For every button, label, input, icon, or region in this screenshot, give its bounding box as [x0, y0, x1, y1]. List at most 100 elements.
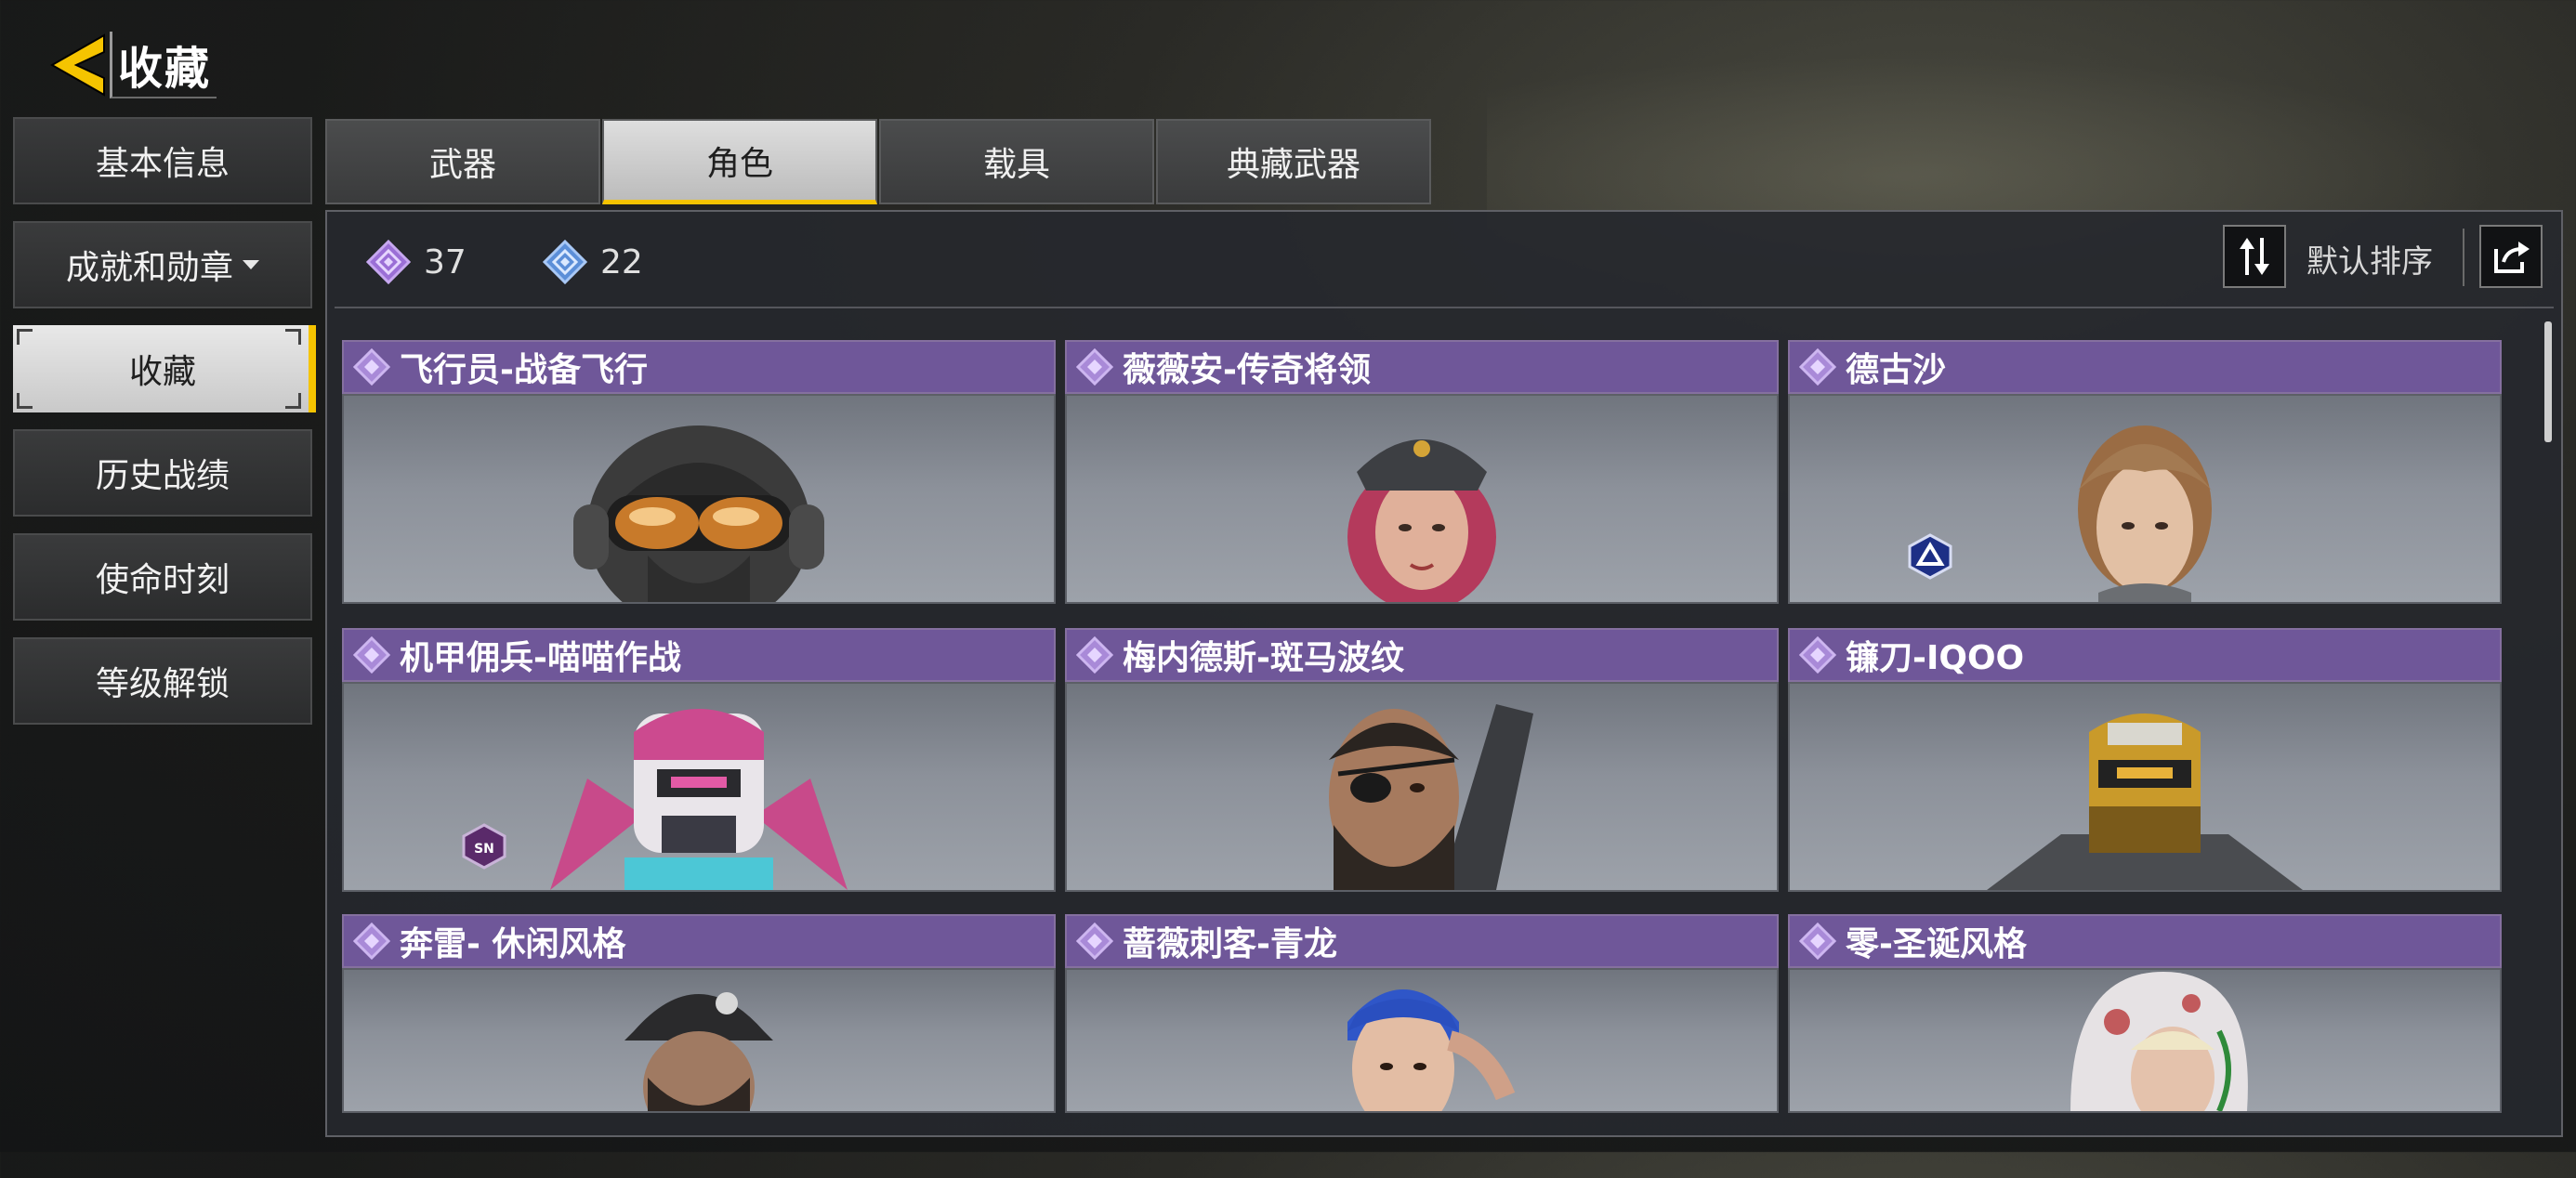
sidebar-item-label: 收藏 — [128, 353, 196, 391]
collection-panel: 37 22 默认排序 飞行员-战备飞行 薇薇安-传奇将领 德古沙 机甲佣兵-喵喵… — [325, 210, 2563, 1137]
sidebar-item-label: 历史战绩 — [95, 457, 230, 495]
card-name: 奔雷- 休闲风格 — [400, 925, 626, 963]
header-divider — [335, 307, 2554, 308]
epic-gem-icon — [1799, 348, 1836, 386]
card-header: 梅内德斯-斑马波纹 — [1065, 628, 1779, 682]
character-card[interactable]: 薇薇安-传奇将领 — [1065, 340, 1779, 604]
epic-gem-icon — [353, 923, 390, 960]
card-header: 德古沙 — [1788, 340, 2502, 394]
epic-gem-icon — [1076, 923, 1113, 960]
card-name: 机甲佣兵-喵喵作战 — [400, 639, 681, 677]
tab-label: 载具 — [982, 146, 1050, 184]
character-card[interactable]: 飞行员-战备飞行 — [342, 340, 1056, 604]
card-portrait-area — [1065, 682, 1779, 892]
triangle-badge-icon — [1908, 533, 1952, 580]
epic-gem-icon — [1076, 348, 1113, 386]
card-name: 飞行员-战备飞行 — [400, 351, 648, 389]
card-name: 零-圣诞风格 — [1846, 925, 2027, 963]
sidebar-item-history[interactable]: 历史战绩 — [13, 429, 312, 517]
card-header: 奔雷- 休闲风格 — [342, 914, 1056, 968]
share-icon — [2494, 242, 2530, 273]
sidebar-item-mission-moments[interactable]: 使命时刻 — [13, 533, 312, 621]
card-portrait-area — [1788, 682, 2502, 892]
epic-gem-icon — [366, 240, 411, 284]
toolbar-divider — [2463, 229, 2464, 286]
card-header: 机甲佣兵-喵喵作战 — [342, 628, 1056, 682]
sidebar-item-basic-info[interactable]: 基本信息 — [13, 117, 312, 204]
card-name: 梅内德斯-斑马波纹 — [1123, 639, 1404, 677]
thunder-casual-portrait — [624, 992, 773, 1111]
card-header: 飞行员-战备飞行 — [342, 340, 1056, 394]
sidebar-item-level-unlock[interactable]: 等级解锁 — [13, 637, 312, 725]
sidebar-item-label: 基本信息 — [95, 145, 230, 183]
epic-gem-icon — [1076, 636, 1113, 674]
card-name: 镰刀-IQOO — [1846, 639, 2025, 677]
card-header: 薇薇安-传奇将领 — [1065, 340, 1779, 394]
scrollbar-thumb[interactable] — [2544, 321, 2552, 442]
card-portrait-area — [1065, 394, 1779, 604]
card-name: 薇薇安-传奇将领 — [1123, 351, 1371, 389]
card-name: 德古沙 — [1846, 351, 1947, 389]
share-button[interactable] — [2479, 225, 2543, 288]
character-card[interactable]: 零-圣诞风格 — [1788, 914, 2502, 1178]
sort-arrows-icon — [2240, 238, 2269, 275]
sort-label[interactable]: 默认排序 — [2307, 236, 2433, 281]
card-name: 蔷薇刺客-青龙 — [1123, 925, 1337, 963]
corner-decoration — [285, 329, 301, 345]
pilot-helmet-portrait — [573, 425, 824, 602]
card-header: 镰刀-IQOO — [1788, 628, 2502, 682]
card-portrait-area — [342, 968, 1056, 1113]
vivian-portrait — [1347, 439, 1496, 602]
sidebar-item-collection[interactable]: 收藏 — [13, 325, 316, 412]
sidebar-item-label: 成就和勋章 — [65, 249, 233, 287]
epic-gem-icon — [353, 636, 390, 674]
tab-label: 武器 — [428, 146, 496, 184]
card-portrait-area — [1788, 968, 2502, 1113]
corner-decoration — [17, 393, 33, 409]
menendez-portrait — [1329, 704, 1533, 890]
page-title: 收藏 — [118, 43, 212, 95]
character-card[interactable]: 奔雷- 休闲风格 — [342, 914, 1056, 1178]
epic-gem-icon — [1799, 923, 1836, 960]
svg-text:SN: SN — [474, 842, 494, 857]
character-card[interactable]: 蔷薇刺客-青龙 — [1065, 914, 1779, 1178]
sidebar-item-label: 使命时刻 — [95, 561, 230, 599]
back-arrow-icon — [49, 33, 105, 97]
card-portrait-area — [1065, 968, 1779, 1113]
tab-vehicles[interactable]: 载具 — [879, 119, 1154, 204]
tab-label: 角色 — [705, 144, 773, 183]
character-card[interactable]: 德古沙 — [1788, 340, 2502, 604]
mech-mercenary-portrait — [550, 709, 848, 890]
character-card[interactable]: 梅内德斯-斑马波纹 — [1065, 628, 1779, 892]
rare-count-stat: 22 — [543, 240, 643, 284]
epic-count: 37 — [424, 242, 467, 281]
dropdown-caret-icon — [243, 260, 259, 269]
back-button[interactable] — [48, 32, 108, 98]
zero-christmas-portrait — [2070, 972, 2248, 1111]
corner-decoration — [17, 329, 33, 345]
scrollbar[interactable] — [2544, 321, 2554, 1120]
character-card[interactable]: 机甲佣兵-喵喵作战 SN — [342, 628, 1056, 892]
sort-toggle-button[interactable] — [2223, 225, 2286, 288]
sidebar-item-label: 等级解锁 — [95, 665, 230, 703]
scythe-mech-portrait — [1987, 713, 2303, 890]
epic-gem-icon — [1799, 636, 1836, 674]
card-header: 蔷薇刺客-青龙 — [1065, 914, 1779, 968]
tab-label: 典藏武器 — [1226, 146, 1360, 184]
epic-gem-icon — [353, 348, 390, 386]
sidebar-item-achievements[interactable]: 成就和勋章 — [13, 221, 312, 308]
rose-assassin-portrait — [1347, 989, 1516, 1111]
page-title-box: 收藏 — [110, 32, 217, 98]
rare-gem-icon — [543, 240, 587, 284]
tab-collector-weapons[interactable]: 典藏武器 — [1156, 119, 1431, 204]
tab-characters[interactable]: 角色 — [602, 119, 877, 204]
card-portrait-area — [342, 394, 1056, 604]
tab-weapons[interactable]: 武器 — [325, 119, 600, 204]
card-portrait-area: SN — [342, 682, 1056, 892]
corner-decoration — [285, 393, 301, 409]
event-badge-icon: SN — [462, 823, 506, 870]
character-card[interactable]: 镰刀-IQOO — [1788, 628, 2502, 892]
degusha-portrait — [2078, 425, 2212, 602]
active-indicator — [309, 325, 316, 412]
rare-count: 22 — [600, 242, 643, 281]
